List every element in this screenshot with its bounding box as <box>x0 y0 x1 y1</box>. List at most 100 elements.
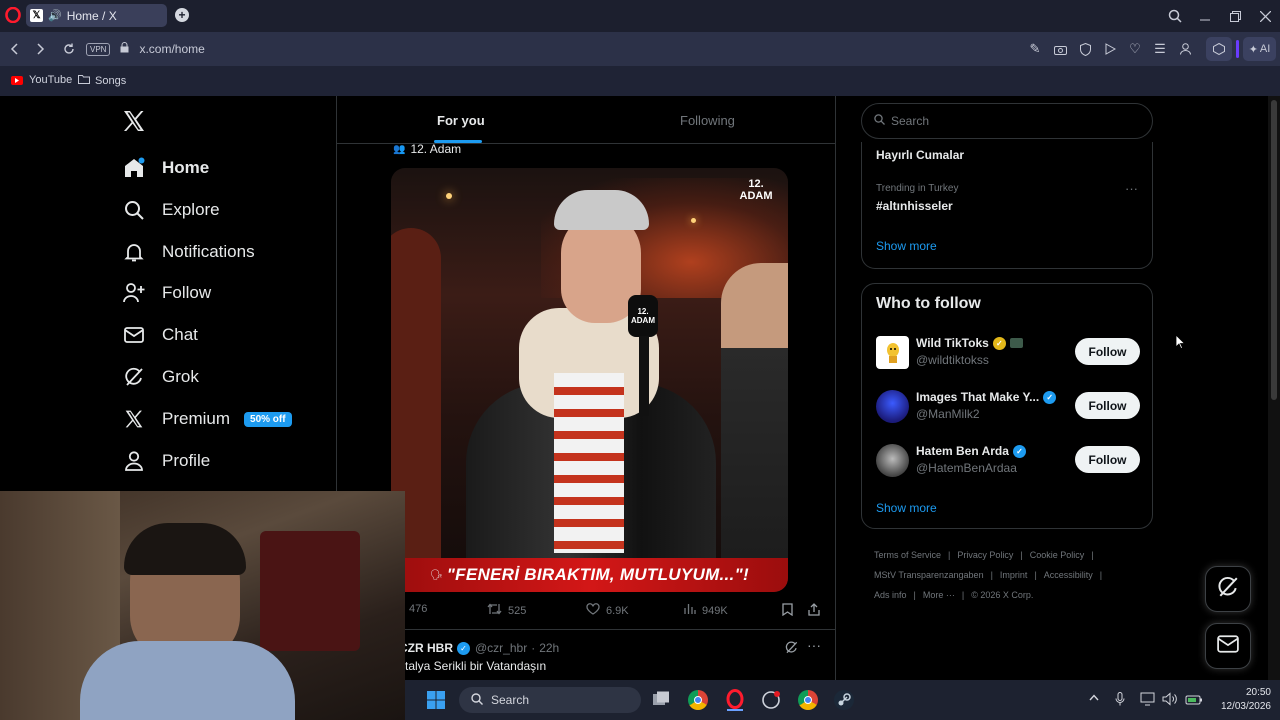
follow-button[interactable]: Follow <box>1075 338 1140 365</box>
windows-start-icon[interactable] <box>427 691 445 709</box>
avatar[interactable] <box>876 390 909 423</box>
tab-following[interactable]: Following <box>680 113 735 128</box>
steam-icon[interactable] <box>834 690 854 710</box>
taskbar-search[interactable]: Search <box>459 687 641 713</box>
url-text[interactable]: x.com/home <box>139 42 204 56</box>
footer-link[interactable]: Cookie Policy <box>1030 550 1085 560</box>
footer-separator: | <box>1099 570 1103 580</box>
chrome-profile-icon[interactable] <box>798 690 818 710</box>
browser-toolbar: VPN x.com/home ✎ ♡ ☰ ✦ AI <box>0 32 1280 66</box>
footer-separator: | <box>948 550 951 560</box>
reload-icon[interactable] <box>61 41 77 57</box>
trend-topic[interactable]: Hayırlı Cumalar <box>876 148 964 162</box>
account-handle[interactable]: @wildtiktokss <box>916 353 989 367</box>
timeline-tabs: For you Following <box>337 96 835 144</box>
play-icon[interactable] <box>1103 42 1117 56</box>
trend-more-icon[interactable]: ··· <box>1125 181 1138 196</box>
app-icon[interactable] <box>761 690 781 710</box>
close-window-button[interactable] <box>1256 7 1274 25</box>
avatar[interactable] <box>876 336 909 369</box>
who-to-follow-title: Who to follow <box>876 295 981 312</box>
footer-link[interactable]: Accessibility <box>1044 570 1093 580</box>
x-logo-icon[interactable] <box>122 109 148 135</box>
verified-badge-icon: ✓ <box>1043 390 1057 404</box>
nav-explore[interactable]: Explore <box>122 192 220 228</box>
grok-fab[interactable] <box>1205 566 1251 612</box>
opera-taskbar-icon[interactable] <box>725 689 745 711</box>
account-name[interactable]: Images That Make Y... ✓ <box>916 390 1057 404</box>
bookmarks-bar: YouTube Songs <box>0 66 1280 96</box>
tab-for-you[interactable]: For you <box>437 113 485 128</box>
search-box[interactable]: Search <box>861 103 1153 139</box>
next-post-name: CZR HBR <box>399 641 453 655</box>
more-options-icon[interactable]: ··· <box>807 637 821 653</box>
who-to-follow-show-more[interactable]: Show more <box>876 501 937 515</box>
heart-icon[interactable]: ♡ <box>1128 41 1142 56</box>
page-scrollbar[interactable] <box>1268 96 1280 680</box>
bookmark-icon[interactable] <box>782 603 793 616</box>
profile-icon[interactable] <box>1178 42 1192 56</box>
verified-badge-icon: ✓ <box>457 641 470 655</box>
account-name[interactable]: Wild TikToks ✓ <box>916 336 1023 350</box>
next-post-header[interactable]: CZR HBR ✓ @czr_hbr · 22h <box>399 641 559 655</box>
like-action[interactable]: 6.9K <box>586 603 629 618</box>
grok-explain-icon[interactable] <box>785 641 799 655</box>
nav-grok[interactable]: Grok <box>122 359 199 395</box>
follow-button[interactable]: Follow <box>1075 446 1140 473</box>
edit-icon[interactable]: ✎ <box>1028 41 1042 56</box>
show-hidden-icons[interactable] <box>1089 692 1099 704</box>
ai-button[interactable]: ✦ AI <box>1243 37 1276 61</box>
chrome-icon[interactable] <box>688 690 708 710</box>
post-header[interactable]: 👥 12. Adam <box>393 142 461 156</box>
battery-icon[interactable] <box>1185 691 1203 712</box>
share-icon[interactable] <box>808 603 820 616</box>
forward-icon[interactable] <box>33 41 49 57</box>
opera-logo-icon[interactable] <box>5 7 21 23</box>
follow-button[interactable]: Follow <box>1075 392 1140 419</box>
footer-link[interactable]: Imprint <box>1000 570 1028 580</box>
nav-profile[interactable]: Profile <box>122 443 210 479</box>
minimize-button[interactable] <box>1196 7 1214 25</box>
shield-icon[interactable] <box>1078 42 1092 56</box>
system-clock[interactable]: 20:50 12/03/2026 <box>1211 686 1271 714</box>
nav-premium[interactable]: Premium 50% off <box>122 401 292 437</box>
footer-link[interactable]: Privacy Policy <box>957 550 1013 560</box>
footer-link[interactable]: MStV Transparenzangaben <box>874 570 984 580</box>
back-icon[interactable] <box>6 41 22 57</box>
account-handle[interactable]: @ManMilk2 <box>916 407 980 421</box>
volume-icon[interactable] <box>1162 692 1178 711</box>
bookmark-youtube[interactable]: YouTube <box>11 74 72 86</box>
post-video[interactable]: 12. ADAM 12. ADAM 🗣 "FENERİ BIRAKTIM, MU… <box>391 168 788 592</box>
nav-notifications[interactable]: Notifications <box>122 234 255 270</box>
footer-link[interactable]: Ads info <box>874 590 907 600</box>
new-tab-button[interactable]: + <box>175 8 189 22</box>
search-tabs-icon[interactable] <box>1166 7 1184 25</box>
network-icon[interactable] <box>1140 692 1155 711</box>
browser-tab-active[interactable]: 𝕏 🔊 Home / X <box>26 4 167 27</box>
footer-link[interactable]: More ··· <box>923 590 955 600</box>
camera-icon[interactable] <box>1053 42 1067 56</box>
account-handle[interactable]: @HatemBenArdaa <box>916 461 1017 475</box>
views-action[interactable]: 949K <box>684 603 728 618</box>
account-name[interactable]: Hatem Ben Arda ✓ <box>916 444 1026 458</box>
nav-follow[interactable]: Follow <box>122 275 211 311</box>
next-post-handle: @czr_hbr <box>475 641 528 655</box>
vpn-badge[interactable]: VPN <box>86 42 111 56</box>
repost-action[interactable]: 525 <box>487 603 526 618</box>
avatar[interactable] <box>876 444 909 477</box>
scrollbar-thumb[interactable] <box>1271 100 1277 400</box>
bookmark-songs[interactable]: Songs <box>78 74 126 87</box>
menu-icon[interactable]: ☰ <box>1153 41 1167 56</box>
trends-show-more[interactable]: Show more <box>876 239 937 253</box>
verified-badge-icon: ✓ <box>1012 444 1026 458</box>
messages-fab[interactable] <box>1205 623 1251 669</box>
extensions-icon[interactable] <box>1206 37 1232 61</box>
trend-topic[interactable]: #altınhisseler <box>876 199 953 213</box>
nav-chat[interactable]: Chat <box>122 317 198 353</box>
footer-link[interactable]: Terms of Service <box>874 550 941 560</box>
nav-home[interactable]: Home <box>122 150 209 186</box>
task-view-icon[interactable] <box>652 691 670 709</box>
reply-action[interactable]: 476 <box>409 603 427 615</box>
microphone-icon[interactable] <box>1115 692 1125 712</box>
restore-button[interactable] <box>1226 7 1244 25</box>
